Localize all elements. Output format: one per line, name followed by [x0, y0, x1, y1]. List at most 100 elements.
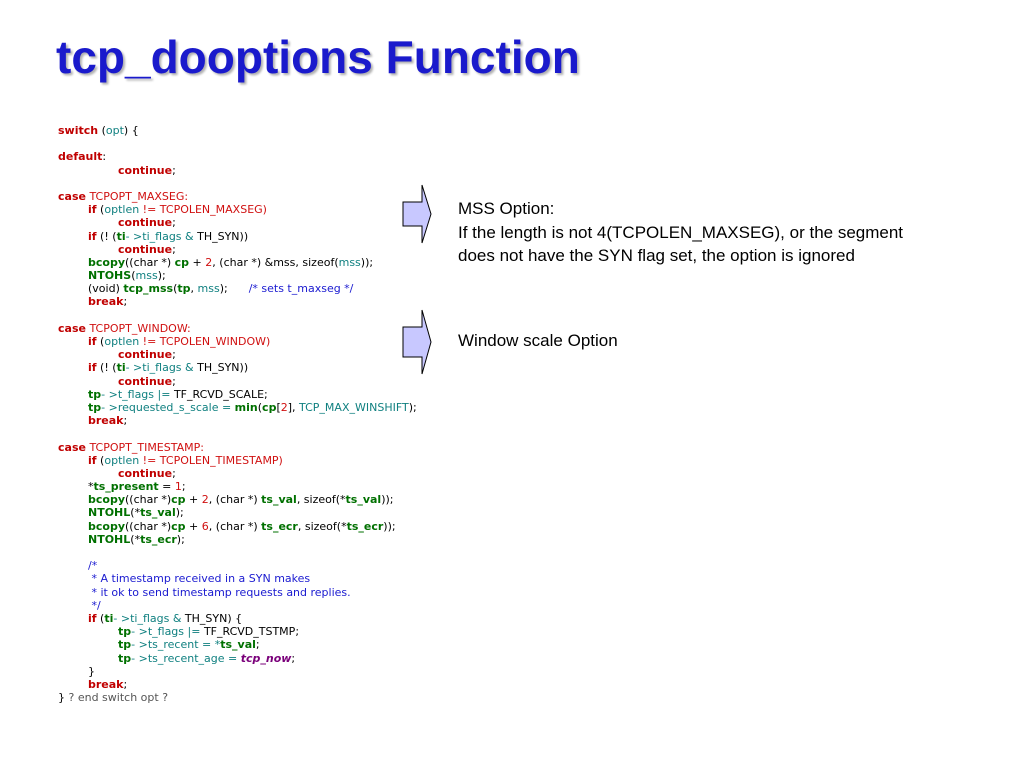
- code-line: if (optlen != TCPOLEN_TIMESTAMP): [58, 454, 478, 467]
- code-line: continue;: [58, 243, 478, 256]
- code-token: ;: [123, 295, 128, 309]
- code-line: * A timestamp received in a SYN makes: [58, 572, 478, 585]
- code-line: tp- >t_flags |= TF_RCVD_TSTMP;: [58, 625, 478, 638]
- code-line: tp- >t_flags |= TF_RCVD_SCALE;: [58, 388, 478, 401]
- code-token: /* sets t_maxseg */: [248, 282, 354, 296]
- code-line: (void) tcp_mss(tp, mss); /* sets t_maxse…: [58, 282, 478, 295]
- code-token: ;: [291, 651, 296, 665]
- code-line: *ts_present = 1;: [58, 480, 478, 493]
- code-token: optlen: [104, 453, 140, 467]
- code-token: bcopy: [88, 493, 125, 507]
- code-token: );: [408, 400, 417, 414]
- code-token: - >ts_recent_age =: [131, 651, 241, 665]
- code-line: tp- >ts_recent_age = tcp_now;: [58, 652, 478, 665]
- code-token: != TCPOLEN_TIMESTAMP): [139, 453, 283, 467]
- code-token: case: [58, 189, 86, 203]
- code-token: bcopy: [88, 519, 125, 533]
- code-token: ;: [172, 242, 176, 256]
- note-line: Window scale Option: [458, 331, 618, 350]
- code-line: */: [58, 599, 478, 612]
- code-token: 2: [280, 400, 288, 414]
- code-token: if: [88, 335, 97, 348]
- code-token: case: [58, 440, 86, 454]
- code-line: break;: [58, 414, 478, 427]
- code-token: - >ti_flags &: [113, 611, 185, 625]
- code-token: (*: [130, 532, 141, 546]
- code-token: - >ti_flags &: [125, 229, 198, 243]
- code-line: } ? end switch opt ?: [58, 691, 478, 704]
- code-token: ts_ecr: [346, 519, 384, 533]
- code-token: );: [176, 532, 185, 546]
- code-token: ((char *): [125, 493, 172, 507]
- code-token: tp: [177, 282, 191, 296]
- code-line: case TCPOPT_TIMESTAMP:: [58, 441, 478, 454]
- code-token: ;: [172, 466, 176, 480]
- code-token: ) {: [123, 124, 139, 137]
- code-line: /*: [58, 559, 478, 572]
- code-token: , sizeof(*: [297, 519, 347, 533]
- code-token: if: [88, 361, 97, 375]
- code-token: )): [239, 361, 249, 375]
- code-token: * it ok to send timestamp requests and r…: [88, 585, 351, 599]
- code-token: ) {: [227, 611, 243, 625]
- code-token: ts_ecr: [261, 519, 298, 533]
- code-token: NTOHL: [88, 506, 131, 520]
- code-token: NTOHS: [88, 269, 132, 283]
- code-token: ;: [264, 387, 268, 401]
- code-token: cp: [171, 519, 186, 533]
- code-token: );: [175, 506, 184, 520]
- code-token: continue: [118, 216, 173, 230]
- code-token: );: [157, 269, 166, 283]
- code-token: /*: [88, 559, 98, 573]
- code-line: tp- >ts_recent = *ts_val;: [58, 638, 478, 651]
- code-token: :: [102, 150, 107, 164]
- code-token: if: [88, 453, 97, 467]
- code-token: optlen: [104, 203, 140, 217]
- code-token: TCPOPT_WINDOW:: [85, 321, 191, 335]
- code-token: TCPOPT_TIMESTAMP:: [85, 440, 204, 454]
- code-token: if: [88, 229, 97, 243]
- code-token: != TCPOLEN_WINDOW): [139, 335, 271, 348]
- note-line: does not have the SYN flag set, the opti…: [458, 246, 855, 265]
- right-arrow-icon: [402, 309, 432, 375]
- code-token: continue: [118, 348, 173, 362]
- code-line: continue;: [58, 164, 478, 177]
- code-token: break: [88, 414, 124, 428]
- code-token: ((char *): [125, 255, 175, 269]
- code-token: continue: [118, 374, 173, 388]
- code-token: ));: [381, 493, 394, 507]
- code-token: ts_val: [261, 493, 297, 507]
- code-token: }: [88, 664, 95, 678]
- code-token: TCP_MAX_WINSHIFT: [299, 400, 409, 414]
- code-line: tp- >requested_s_scale = min(cp[2], TCP_…: [58, 401, 478, 414]
- code-line: if (ti- >ti_flags & TH_SYN) {: [58, 612, 478, 625]
- code-token: continue: [118, 466, 173, 480]
- code-token: ;: [255, 638, 260, 652]
- code-token: ts_val: [220, 638, 256, 652]
- code-token: tcp_now: [240, 651, 292, 665]
- code-token: 1: [174, 480, 182, 494]
- code-line: continue;: [58, 467, 478, 480]
- code-line: bcopy((char *)cp + 2, (char *) ts_val, s…: [58, 493, 478, 506]
- code-token: ti: [116, 229, 126, 243]
- code-token: +: [185, 493, 202, 507]
- code-token: ts_val: [140, 506, 176, 520]
- code-token: */: [88, 598, 101, 612]
- code-line: break;: [58, 678, 478, 691]
- code-token: - >requested_s_scale =: [101, 400, 235, 414]
- code-token: * A timestamp received in a SYN makes: [88, 572, 311, 586]
- code-token: ));: [360, 255, 374, 269]
- code-token: , sizeof(*: [296, 493, 346, 507]
- code-token: )): [239, 229, 249, 243]
- mss-option-note: MSS Option: If the length is not 4(TCPOL…: [458, 197, 903, 268]
- code-token: ti: [116, 361, 126, 375]
- code-token: - >t_flags |=: [131, 625, 204, 639]
- code-token: ;: [123, 677, 128, 691]
- code-token: (! (: [96, 361, 117, 375]
- code-token: != TCPOLEN_MAXSEG): [139, 203, 267, 217]
- code-token: }: [58, 691, 69, 704]
- code-token: cp: [171, 493, 186, 507]
- code-token: bcopy: [88, 255, 125, 269]
